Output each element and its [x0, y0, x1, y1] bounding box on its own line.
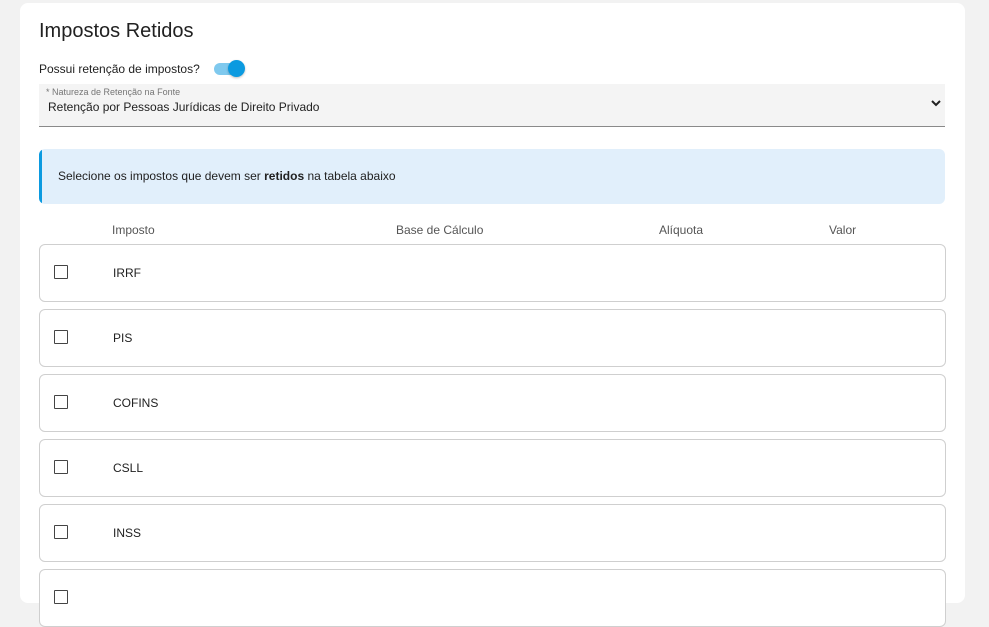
tax-name: COFINS	[113, 396, 159, 410]
impostos-retidos-card: Impostos Retidos Possui retenção de impo…	[20, 3, 965, 627]
row-checkbox[interactable]	[54, 590, 68, 604]
retention-toggle-row: Possui retenção de impostos?	[39, 59, 246, 79]
info-banner-text: Selecione os impostos que devem ser reti…	[58, 169, 396, 183]
column-header-base-calculo: Base de Cálculo	[396, 223, 484, 237]
natureza-retencao-label: * Natureza de Retenção na Fonte	[46, 87, 181, 97]
info-banner-emphasis: retidos	[264, 169, 305, 183]
table-row: IRRF	[39, 244, 946, 302]
retention-toggle[interactable]	[213, 59, 246, 79]
row-checkbox[interactable]	[54, 525, 68, 539]
row-checkbox[interactable]	[54, 460, 68, 474]
row-checkbox[interactable]	[54, 265, 68, 279]
table-row: PIS	[39, 309, 946, 367]
tax-name: IRRF	[113, 266, 141, 280]
table-row: INSS	[39, 504, 946, 562]
column-header-aliquota: Alíquota	[659, 223, 704, 237]
tax-name: PIS	[113, 331, 133, 345]
table-row: CSLL	[39, 439, 946, 497]
column-header-imposto: Imposto	[112, 223, 155, 237]
info-banner: Selecione os impostos que devem ser reti…	[39, 149, 945, 204]
row-checkbox[interactable]	[54, 330, 68, 344]
info-banner-accent-bar	[39, 149, 42, 204]
row-checkbox[interactable]	[54, 395, 68, 409]
tax-name: INSS	[113, 526, 142, 540]
info-banner-prefix: Selecione os impostos que devem ser	[58, 169, 265, 183]
natureza-retencao-value: Retenção por Pessoas Jurídicas de Direit…	[48, 100, 320, 114]
table-row: COFINS	[39, 374, 946, 432]
chevron-down-icon	[931, 100, 941, 107]
section-title: Impostos Retidos	[39, 20, 194, 42]
table-row	[39, 569, 946, 627]
tax-name: CSLL	[113, 461, 144, 475]
retention-toggle-label: Possui retenção de impostos?	[39, 62, 200, 76]
natureza-retencao-select[interactable]: * Natureza de Retenção na Fonte Retenção…	[39, 84, 945, 127]
info-banner-suffix: na tabela abaixo	[304, 169, 396, 183]
toggle-thumb	[227, 60, 245, 77]
column-header-valor: Valor	[829, 223, 857, 237]
